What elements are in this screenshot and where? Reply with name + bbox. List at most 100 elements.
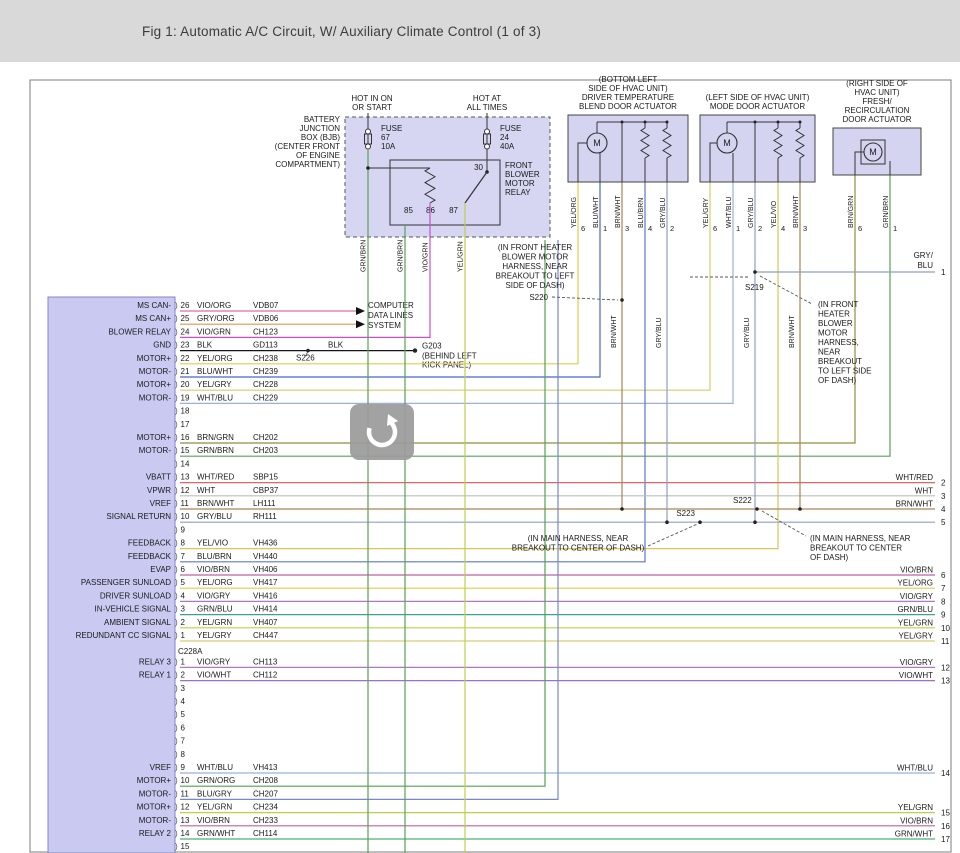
- pin-number: 13: [181, 473, 190, 482]
- bjb-location-label: COMPARTMENT): [275, 160, 340, 169]
- circuit-code: CH112: [253, 671, 278, 680]
- edge-pin-number: 9: [941, 611, 946, 620]
- circuit-code: CH203: [253, 446, 278, 455]
- pin-number: 5: [181, 578, 186, 587]
- pin-number: 19: [181, 393, 190, 402]
- note: BLOWER MOTOR: [502, 253, 569, 262]
- pin-label: RELAY 3: [139, 657, 172, 666]
- pin-label: MOTOR-: [139, 816, 172, 825]
- relay-pin-label: 87: [449, 206, 458, 215]
- edge-pin-number: 11: [941, 637, 950, 646]
- wire-color-label: WHT: [197, 486, 215, 495]
- note: BREAKOUT TO CENTER OF DASH): [512, 544, 645, 553]
- circuit-code: GD113: [253, 341, 278, 350]
- circuit-code: CBP37: [253, 486, 279, 495]
- fuse-icon: [485, 144, 490, 149]
- wire-color-label: YEL/GRY: [197, 631, 232, 640]
- relay-name-label: BLOWER: [505, 170, 540, 179]
- pin-number: 9: [181, 525, 186, 534]
- circuit-code: CH123: [253, 327, 278, 336]
- pin-label: PASSENGER SUNLOAD: [81, 578, 171, 587]
- pin-number: 23: [181, 341, 190, 350]
- pin-label: VBATT: [146, 473, 171, 482]
- relay-name-label: RELAY: [505, 188, 531, 197]
- pin-bracket: ): [175, 710, 178, 719]
- junction-dot: [799, 121, 802, 124]
- circuit-code: CH234: [253, 803, 278, 812]
- loading-spinner: [350, 404, 414, 460]
- pin-bracket: ): [175, 486, 178, 495]
- circuit-code: VH416: [253, 591, 278, 600]
- wire-color-label: WHT/BLU: [197, 763, 233, 772]
- pin-bracket: ): [175, 842, 178, 851]
- pin-bracket: ): [175, 578, 178, 587]
- actuator-pin-number: 1: [603, 224, 607, 233]
- pin-label: IN-VEHICLE SIGNAL: [95, 605, 172, 614]
- note: BLOWER: [818, 319, 853, 328]
- fuse-icon: [366, 129, 371, 134]
- note: OF DASH): [810, 553, 849, 562]
- wiring-diagram: )26MS CAN-VIO/ORGVDB07)25MS CAN+GRY/ORGV…: [0, 0, 960, 853]
- junction-dot: [665, 520, 669, 524]
- circuit-code: VH413: [253, 763, 278, 772]
- pin-bracket: ): [175, 776, 178, 785]
- bjb-location-label: (CENTER FRONT: [275, 142, 340, 151]
- note: (IN MAIN HARNESS, NEAR: [528, 534, 629, 543]
- junction-dot: [666, 121, 669, 124]
- fuse-icon: [366, 144, 371, 149]
- pin-label: VREF: [150, 499, 171, 508]
- pin-bracket: ): [175, 671, 178, 680]
- pin-bracket: ): [175, 789, 178, 798]
- edge-pin-number: 13: [941, 677, 950, 686]
- wire-color-label: GRY/BLU: [744, 317, 751, 348]
- pin-number: 12: [181, 803, 190, 812]
- pin-bracket: ): [175, 829, 178, 838]
- pin-number: 7: [181, 737, 186, 746]
- relay-pin-label: 30: [474, 163, 483, 172]
- junction-dot: [753, 270, 757, 274]
- pin-number: 14: [181, 459, 190, 468]
- pin-number: 7: [181, 552, 186, 561]
- wire-color-label: VIO/BRN: [197, 565, 230, 574]
- circuit-code: CH113: [253, 657, 278, 666]
- wire-color-label: BLK: [197, 341, 213, 350]
- edge-pin-number: 3: [941, 492, 946, 501]
- edge-pin-number: 2: [941, 479, 946, 488]
- circuit-code: CH114: [253, 829, 278, 838]
- pin-number: 21: [181, 367, 190, 376]
- circuit-code: VDB06: [253, 314, 279, 323]
- circuit-code: CH208: [253, 776, 278, 785]
- pin-label: MOTOR-: [139, 367, 172, 376]
- wire-color-label: GRN/ORG: [197, 776, 235, 785]
- pin-bracket: ): [175, 737, 178, 746]
- wire-color-label: GRN/WHT: [895, 830, 933, 839]
- wire-color-label: YEL/GRN: [197, 618, 232, 627]
- actuator-label: DRIVER TEMPERATURE: [582, 93, 674, 102]
- wire-color-label: VIO/GRN: [423, 242, 430, 272]
- pin-bracket: ): [175, 380, 178, 389]
- edge-pin-number: 5: [941, 518, 946, 527]
- actuator-pin-number: 2: [670, 224, 674, 233]
- circuit-code: VH406: [253, 565, 278, 574]
- wire-color-label: BRN/GRN: [197, 433, 234, 442]
- pin-number: 3: [181, 605, 186, 614]
- ground-note: KICK PANEL): [422, 361, 472, 370]
- actuator-label: (RIGHT SIDE OF: [846, 79, 908, 88]
- pin-number: 24: [181, 327, 190, 336]
- circuit-code: CH238: [253, 354, 278, 363]
- wire-color-label: VIO/ORG: [197, 301, 231, 310]
- pin-number: 1: [181, 657, 186, 666]
- note: BREAKOUT TO LEFT: [496, 272, 575, 281]
- wire-color-label: BLU/WHT: [197, 367, 233, 376]
- actuator-pin-number: 6: [858, 224, 862, 233]
- pin-bracket: ): [175, 341, 178, 350]
- wire-color-label: YEL/GRY: [898, 632, 933, 641]
- wire-color-label: GRY/ORG: [197, 314, 235, 323]
- pin-number: 17: [181, 420, 190, 429]
- actuator-pin-number: 3: [803, 224, 807, 233]
- wire-color-label: YEL/ORG: [197, 578, 233, 587]
- computer-data-lines-label: COMPUTER: [368, 301, 414, 310]
- pin-number: 10: [181, 512, 190, 521]
- edge-pin-number: 14: [941, 769, 950, 778]
- pin-bracket: ): [175, 631, 178, 640]
